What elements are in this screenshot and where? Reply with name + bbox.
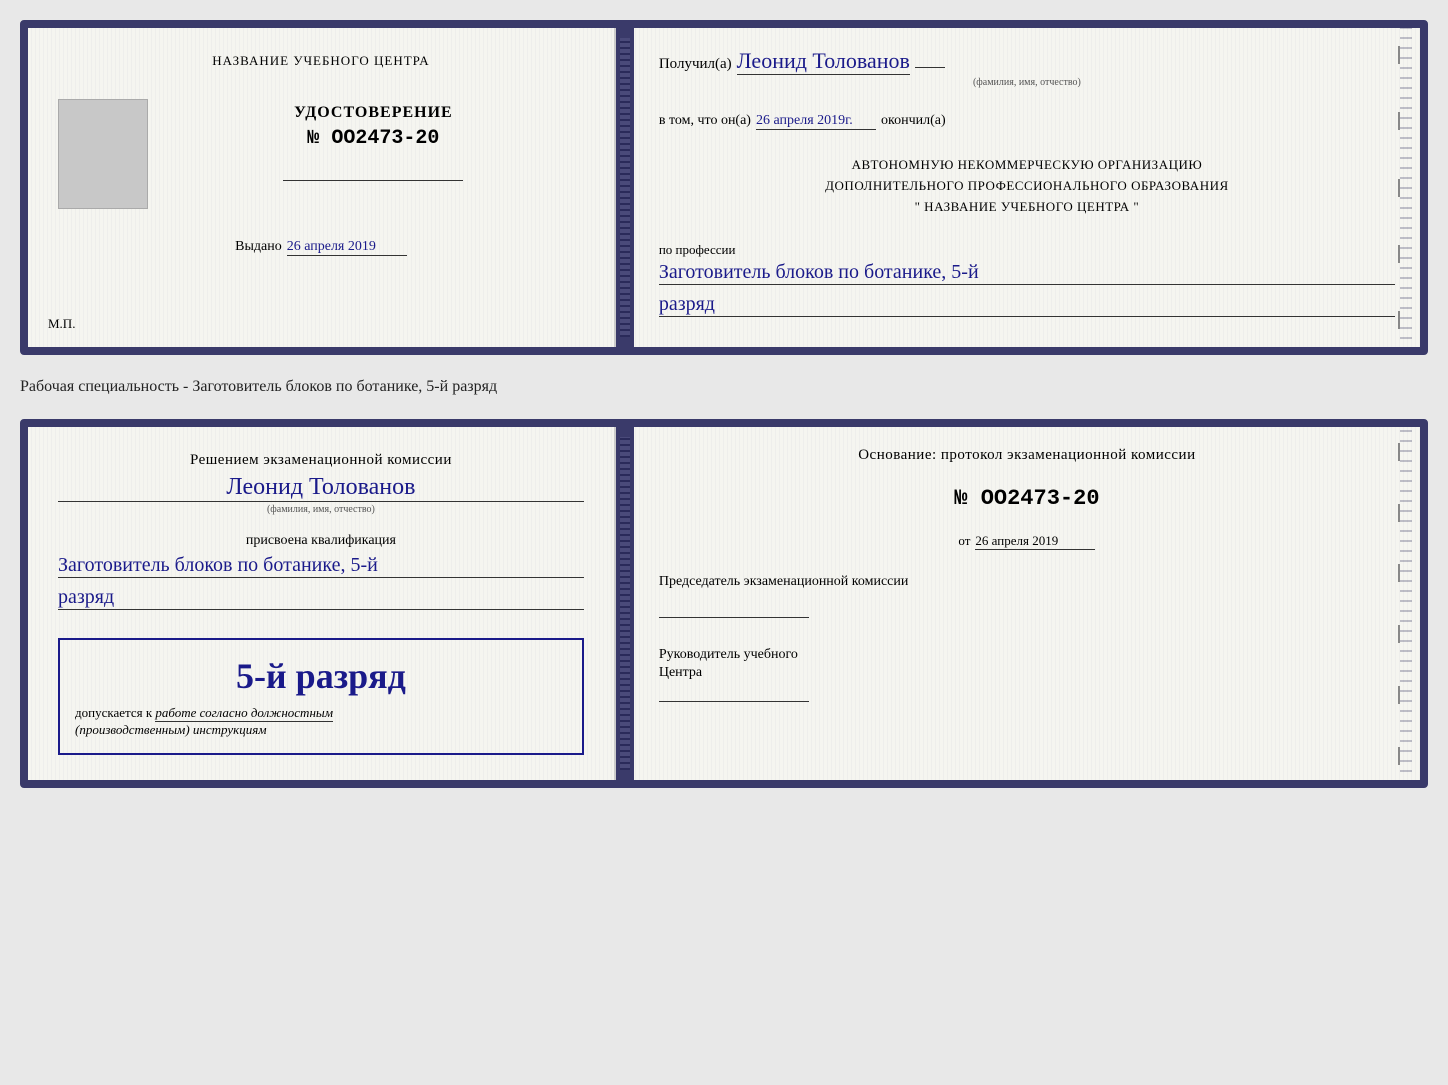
org-section: АВТОНОМНУЮ НЕКОММЕРЧЕСКУЮ ОРГАНИЗАЦИЮ ДО… (659, 155, 1395, 217)
top-left-page: НАЗВАНИЕ УЧЕБНОГО ЦЕНТРА УДОСТОВЕРЕНИЕ №… (28, 28, 616, 347)
cert-number: № OO2473-20 (307, 127, 439, 150)
recipient-hint: (фамилия, имя, отчество) (659, 77, 1395, 88)
bottom-deco-line-3 (1398, 564, 1400, 582)
top-spine (616, 28, 634, 347)
decision-prefix: Решением экзаменационной комиссии (58, 452, 584, 469)
head-section: Руководитель учебного Центра (659, 645, 1395, 707)
assigned-label: присвоена квалификация (58, 533, 584, 549)
received-prefix: Получил(а) (659, 56, 732, 73)
certify-suffix: окончил(а) (881, 113, 946, 129)
org-line3: " НАЗВАНИЕ УЧЕБНОГО ЦЕНТРА " (659, 197, 1395, 218)
recipient-name: Леонид Толованов (737, 48, 910, 75)
chairman-signature-line (659, 617, 809, 618)
rank-text: разряд (659, 293, 1395, 317)
deco-line-5 (1398, 311, 1400, 329)
basis-section: Основание: протокол экзаменационной коми… (659, 447, 1395, 464)
recipient-row: Получил(а) Леонид Толованов (659, 48, 1395, 75)
org-line1: АВТОНОМНУЮ НЕКОММЕРЧЕСКУЮ ОРГАНИЗАЦИЮ (659, 155, 1395, 176)
bottom-deco-line-6 (1398, 747, 1400, 765)
bottom-left-page: Решением экзаменационной комиссии Леонид… (28, 427, 616, 780)
issued-line: Выдано 26 апреля 2019 (235, 239, 407, 256)
protocol-section: № OO2473-20 (659, 486, 1395, 511)
bottom-deco-lines (1398, 427, 1400, 780)
bottom-spine (616, 427, 634, 780)
допускается-row: допускается к работе согласно должностны… (75, 705, 567, 722)
profession-section: по профессии Заготовитель блоков по бота… (659, 242, 1395, 317)
bottom-right-content: Основание: протокол экзаменационной коми… (659, 447, 1395, 716)
deco-lines (1398, 28, 1400, 347)
top-left-content: НАЗВАНИЕ УЧЕБНОГО ЦЕНТРА УДОСТОВЕРЕНИЕ №… (58, 53, 584, 256)
instructions-text: (производственным) инструкциям (75, 722, 567, 738)
chairman-section: Председатель экзаменационной комиссии (659, 572, 1395, 623)
top-left-inner-row: УДОСТОВЕРЕНИЕ № OO2473-20 (58, 84, 584, 224)
qualification-box: 5-й разряд допускается к работе согласно… (58, 638, 584, 755)
bottom-deco-line-1 (1398, 443, 1400, 461)
bottom-deco-line-2 (1398, 504, 1400, 522)
bottom-deco-line-4 (1398, 625, 1400, 643)
bottom-rank: разряд (58, 586, 584, 610)
profession-label: по профессии (659, 242, 1395, 258)
assigned-section: присвоена квалификация Заготовитель блок… (58, 533, 584, 610)
bottom-deco-line-5 (1398, 686, 1400, 704)
issued-label: Выдано (235, 239, 282, 255)
protocol-number: № OO2473-20 (659, 486, 1395, 511)
head-signature-line (659, 701, 809, 702)
from-prefix: от (958, 533, 970, 549)
certify-section: в том, что он(а) 26 апреля 2019г. окончи… (659, 113, 1395, 130)
certify-prefix: в том, что он(а) (659, 113, 751, 129)
from-date: 26 апреля 2019 (975, 533, 1095, 550)
issued-date: 26 апреля 2019 (287, 239, 407, 256)
photo-placeholder (58, 99, 148, 209)
deco-line-1 (1398, 46, 1400, 64)
bottom-document: Решением экзаменационной комиссии Леонид… (20, 419, 1428, 788)
profession-name: Заготовитель блоков по ботанике, 5-й (659, 261, 1395, 285)
допускается-text: работе согласно должностным (155, 705, 333, 722)
cert-label: УДОСТОВЕРЕНИЕ (294, 104, 453, 122)
deco-line-4 (1398, 245, 1400, 263)
qualification: Заготовитель блоков по ботанике, 5-й (58, 554, 584, 578)
from-section: от 26 апреля 2019 (659, 533, 1395, 550)
top-right-page: Получил(а) Леонид Толованов (фамилия, им… (634, 28, 1420, 347)
certify-date: 26 апреля 2019г. (756, 113, 876, 130)
top-right-content: Получил(а) Леонид Толованов (фамилия, им… (659, 48, 1395, 327)
top-document: НАЗВАНИЕ УЧЕБНОГО ЦЕНТРА УДОСТОВЕРЕНИЕ №… (20, 20, 1428, 355)
bottom-left-content: Решением экзаменационной комиссии Леонид… (58, 452, 584, 755)
deco-line-3 (1398, 179, 1400, 197)
page-wrapper: НАЗВАНИЕ УЧЕБНОГО ЦЕНТРА УДОСТОВЕРЕНИЕ №… (20, 20, 1428, 788)
top-center-title: НАЗВАНИЕ УЧЕБНОГО ЦЕНТРА (212, 53, 429, 69)
deco-line-2 (1398, 112, 1400, 130)
certify-row: в том, что он(а) 26 апреля 2019г. окончи… (659, 113, 1395, 130)
bottom-right-page: Основание: протокол экзаменационной коми… (634, 427, 1420, 780)
mp-stamp: М.П. (48, 316, 75, 332)
basis-label: Основание: протокол экзаменационной коми… (659, 447, 1395, 464)
head-label: Руководитель учебного (659, 645, 1395, 665)
chairman-label: Председатель экзаменационной комиссии (659, 572, 1395, 592)
center-label: Центра (659, 665, 1395, 681)
specialty-label: Рабочая специальность - Заготовитель бло… (20, 373, 1428, 401)
rank-big: 5-й разряд (75, 655, 567, 697)
recipient-section: Получил(а) Леонид Толованов (фамилия, им… (659, 48, 1395, 88)
person-name: Леонид Толованов (58, 474, 584, 502)
org-line2: ДОПОЛНИТЕЛЬНОГО ПРОФЕССИОНАЛЬНОГО ОБРАЗО… (659, 176, 1395, 197)
decision-section: Решением экзаменационной комиссии Леонид… (58, 452, 584, 515)
допускается-prefix: допускается к (75, 705, 152, 720)
person-hint: (фамилия, имя, отчество) (58, 504, 584, 515)
